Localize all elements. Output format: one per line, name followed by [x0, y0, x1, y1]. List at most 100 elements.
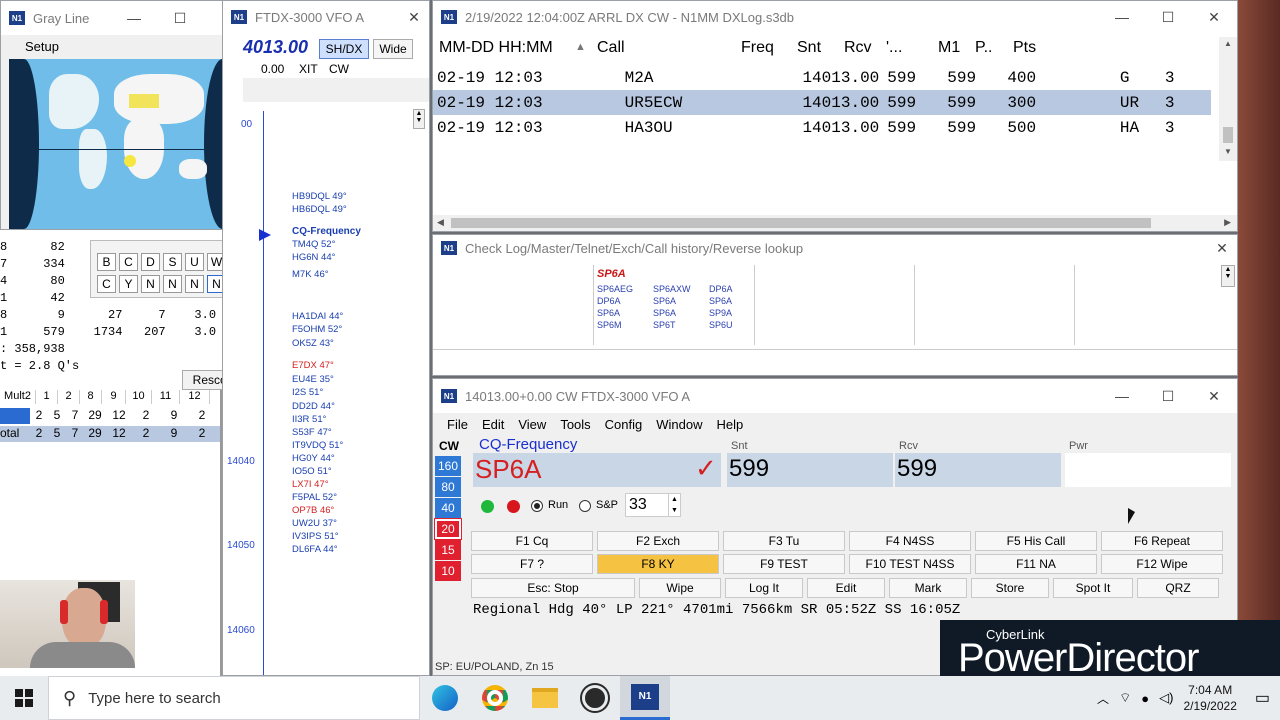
maximize-icon[interactable]: ☐	[1145, 388, 1191, 405]
col-freq[interactable]: Freq	[741, 39, 774, 57]
close-icon[interactable]: ✕	[399, 9, 429, 26]
action-button[interactable]: Esc: Stop	[471, 578, 635, 598]
sp-radio[interactable]	[579, 500, 591, 512]
fkey-button[interactable]: F1 Cq	[471, 531, 593, 551]
check-match[interactable]: DP6A	[597, 296, 621, 306]
col-m1[interactable]: M1	[938, 39, 960, 57]
bandmap-spot[interactable]: M7K 46°	[292, 269, 329, 280]
keypad-key[interactable]: N	[141, 275, 160, 293]
bandmap-spot[interactable]: CQ-Frequency	[292, 226, 361, 237]
rcv-field[interactable]: 599	[895, 453, 1061, 487]
action-button[interactable]: Log It	[725, 578, 803, 598]
sort-arrow-icon[interactable]: ▲	[575, 41, 586, 53]
bandmap-spot[interactable]: HG0Y 44°	[292, 453, 335, 464]
run-radio[interactable]	[531, 500, 543, 512]
menu-item-tools[interactable]: Tools	[560, 417, 590, 437]
close-icon[interactable]: ✕	[1191, 388, 1237, 405]
band-button-80[interactable]: 80	[435, 477, 461, 497]
check-match[interactable]: SP6A	[653, 296, 676, 306]
bandmap-spot[interactable]: IV3IPS 51°	[292, 531, 339, 542]
band-button-40[interactable]: 40	[435, 498, 461, 518]
band-button-10[interactable]: 10	[435, 561, 461, 581]
action-button[interactable]: Store	[971, 578, 1049, 598]
close-icon[interactable]: ✕	[1207, 240, 1237, 257]
col-exch[interactable]: '...	[886, 39, 902, 57]
menu-item-file[interactable]: File	[447, 417, 468, 437]
keypad-key[interactable]: N	[185, 275, 204, 293]
fkey-button[interactable]: F3 Tu	[723, 531, 845, 551]
wide-button[interactable]: Wide	[373, 39, 413, 59]
keypad-key[interactable]: B	[97, 253, 116, 271]
col-rcv[interactable]: Rcv	[844, 39, 872, 57]
stepper-arrows-icon[interactable]: ▲ ▼	[668, 494, 680, 516]
volume-icon[interactable]: ◁)	[1159, 690, 1173, 706]
keypad-key[interactable]: C	[97, 275, 116, 293]
fkey-button[interactable]: F6 Repeat	[1101, 531, 1223, 551]
fkey-button[interactable]: F9 TEST	[723, 554, 845, 574]
action-button[interactable]: Mark	[889, 578, 967, 598]
taskbar-search[interactable]: ⚲ Type here to search	[48, 676, 420, 720]
bandmap-spot[interactable]: TM4Q 52°	[292, 239, 335, 250]
maximize-icon[interactable]: ☐	[1145, 9, 1191, 26]
shdx-button[interactable]: SH/DX	[319, 39, 369, 59]
check-match[interactable]: SP6AEG	[597, 284, 633, 294]
fkey-button[interactable]: F2 Exch	[597, 531, 719, 551]
file-explorer-icon[interactable]	[520, 676, 570, 720]
obs-studio-icon[interactable]	[570, 676, 620, 720]
fkey-button[interactable]: F12 Wipe	[1101, 554, 1223, 574]
call-field[interactable]: SP6A ✓	[473, 453, 721, 487]
n1mm-logger-icon[interactable]: N1	[620, 676, 670, 720]
keypad-key[interactable]: N	[163, 275, 182, 293]
minimize-icon[interactable]: —	[1099, 388, 1145, 404]
bandmap-spot[interactable]: HA1DAI 44°	[292, 311, 343, 322]
menu-item-edit[interactable]: Edit	[482, 417, 504, 437]
bandmap-spot[interactable]: F5PAL 52°	[292, 492, 337, 503]
setup-menu[interactable]: Setup	[25, 39, 59, 54]
taskbar-clock[interactable]: 7:04 AM 2/19/2022	[1183, 682, 1236, 714]
fkey-button[interactable]: F11 NA	[975, 554, 1097, 574]
action-button[interactable]: Wipe	[639, 578, 721, 598]
bandmap-spot[interactable]: DD2D 44°	[292, 401, 335, 412]
menu-item-config[interactable]: Config	[605, 417, 643, 437]
check-match[interactable]: SP6T	[653, 320, 676, 330]
chrome-browser-icon[interactable]	[470, 676, 520, 720]
col-call[interactable]: Call	[597, 39, 625, 57]
action-button[interactable]: QRZ	[1137, 578, 1219, 598]
check-match[interactable]: SP6M	[597, 320, 622, 330]
menu-item-help[interactable]: Help	[717, 417, 744, 437]
bandmap-spot[interactable]: E7DX 47°	[292, 360, 334, 371]
bandmap-spot[interactable]: HG6N 44°	[292, 252, 335, 263]
keypad-key[interactable]: S	[163, 253, 182, 271]
col-datetime[interactable]: MM-DD HH:MM	[439, 39, 553, 57]
keypad-key[interactable]: C	[119, 253, 138, 271]
bandmap-spot[interactable]: OK5Z 43°	[292, 338, 334, 349]
check-match[interactable]: DP6A	[709, 284, 733, 294]
menu-item-view[interactable]: View	[518, 417, 546, 437]
action-button[interactable]: Spot It	[1053, 578, 1133, 598]
fkey-button[interactable]: F7 ?	[471, 554, 593, 574]
microphone-icon[interactable]: ●	[1141, 691, 1149, 706]
check-match[interactable]: SP6A	[709, 296, 732, 306]
table-row[interactable]: 02-19 12:03 HA3OU 14013.00 599 599 500 HA 3	[433, 115, 1211, 140]
bandmap-spot[interactable]: LX7I 47°	[292, 479, 329, 490]
bandmap-spot[interactable]: I2S 51°	[292, 387, 323, 398]
close-icon[interactable]: ✕	[1191, 9, 1237, 26]
keypad-key[interactable]: D	[141, 253, 160, 271]
serial-stepper[interactable]: 33 ▲ ▼	[625, 493, 681, 517]
table-row[interactable]: 02-19 12:03 M2A 14013.00 599 599 400 G 3	[433, 65, 1211, 90]
check-match[interactable]: SP6A	[597, 308, 620, 318]
band-button-20[interactable]: 20	[434, 518, 462, 540]
snt-field[interactable]: 599	[727, 453, 893, 487]
col-snt[interactable]: Snt	[797, 39, 821, 57]
horizontal-scrollbar[interactable]: ◀ ▶	[433, 215, 1237, 231]
check-match[interactable]: SP6A	[653, 308, 676, 318]
keypad-key[interactable]: Y	[119, 275, 138, 293]
fkey-button[interactable]: F5 His Call	[975, 531, 1097, 551]
windows-start-icon[interactable]	[0, 676, 48, 720]
fkey-button[interactable]: F10 TEST N4SS	[849, 554, 971, 574]
col-prefix[interactable]: P..	[975, 39, 993, 57]
network-icon[interactable]: ⌔	[1119, 690, 1131, 706]
bandmap-spot[interactable]: S53F 47°	[292, 427, 332, 438]
keypad-key[interactable]: U	[185, 253, 204, 271]
bandmap-spot[interactable]: UW2U 37°	[292, 518, 337, 529]
